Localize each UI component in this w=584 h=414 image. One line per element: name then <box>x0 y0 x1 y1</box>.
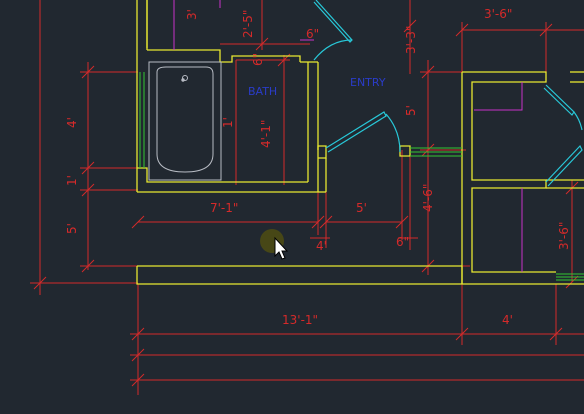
dim-label: 3'-3" <box>404 26 418 54</box>
dim-label: 2'-5" <box>241 10 255 38</box>
dim-label: 4' <box>65 117 79 128</box>
dim-label: 6" <box>396 235 409 249</box>
dim-label: 6" <box>251 53 265 66</box>
dim-label: 4'-1" <box>259 120 273 148</box>
dim-label: 1' <box>65 175 79 186</box>
dim-label: 7'-1" <box>210 201 238 215</box>
dim-label: 3' <box>185 9 199 20</box>
dim-label: 4' <box>502 313 513 327</box>
room-label-bath: BATH <box>248 85 277 98</box>
room-label-entry: ENTRY <box>350 76 386 89</box>
dim-label: 4' <box>316 239 327 253</box>
dim-label: 5' <box>356 201 367 215</box>
dim-label: 4'-6" <box>421 184 435 212</box>
dim-label: 1' <box>221 117 235 128</box>
dim-label: 3'-6" <box>484 7 512 21</box>
dim-label: 5' <box>404 105 418 116</box>
dim-label: 6" <box>306 27 319 41</box>
dim-label: 13'-1" <box>282 313 318 327</box>
cad-drawing-canvas[interactable]: BATH ENTRY 3'-6" 2'-5" 6" 6" 3'-3" 4' 5'… <box>0 0 584 414</box>
dim-label: 3'-6" <box>557 222 571 250</box>
dim-label: 5' <box>65 223 79 234</box>
